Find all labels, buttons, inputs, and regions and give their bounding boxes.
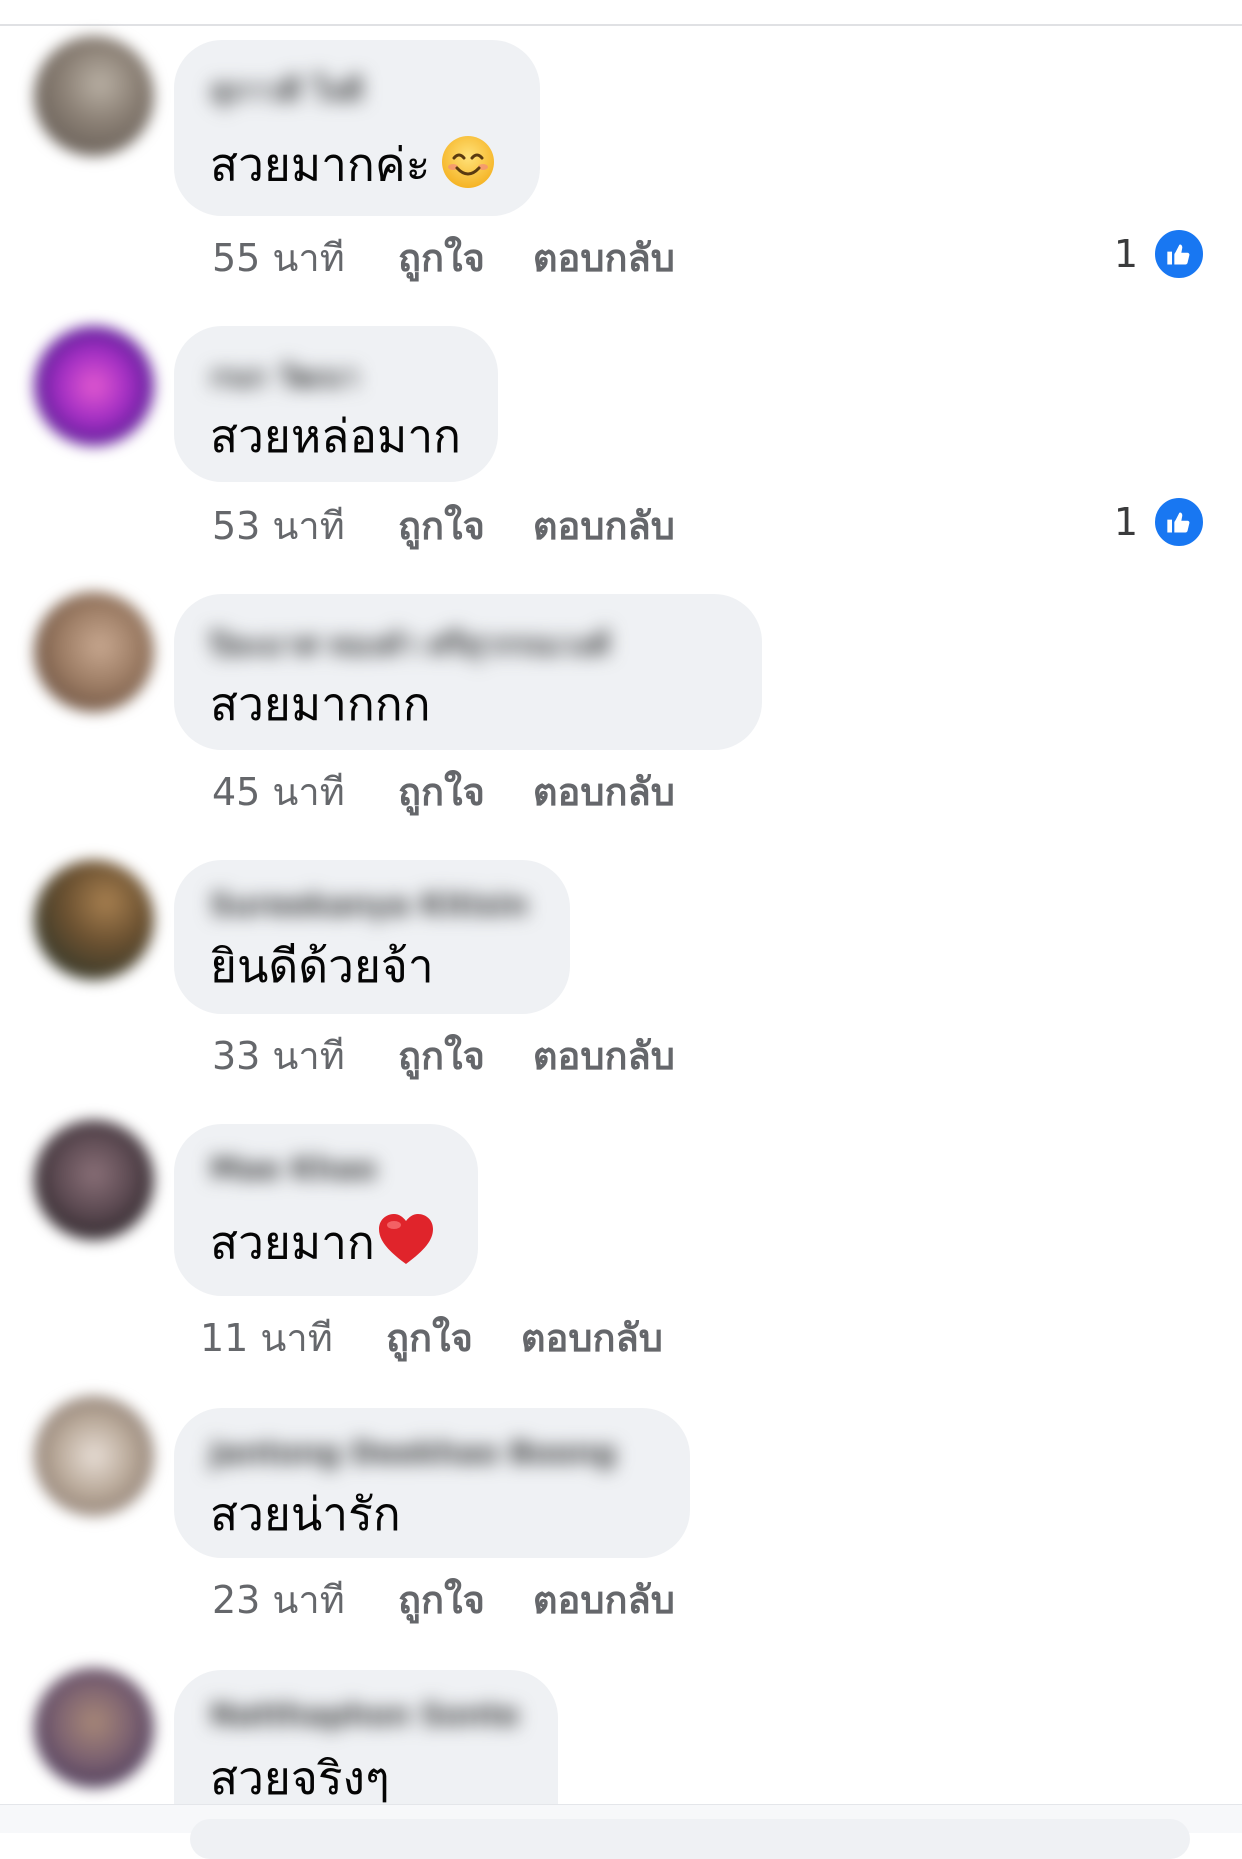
like-button[interactable]: ถูกใจ: [398, 504, 485, 548]
like-button[interactable]: ถูกใจ: [398, 770, 485, 814]
comment-author[interactable]: กนก วัฒนา: [210, 354, 359, 395]
comment-text: สวยหล่อมาก: [210, 409, 462, 463]
comment-text: ยินดีด้วยจ้า: [210, 939, 434, 993]
comment-time[interactable]: 45 นาที: [212, 770, 352, 814]
comment-author[interactable]: Natthaphon Sonte: [210, 1698, 519, 1733]
comment-meta: 55 นาที ถูกใจ ตอบกลับ: [212, 236, 675, 280]
comment-time[interactable]: 55 นาที: [212, 236, 352, 280]
comment-author[interactable]: สุภาวดี ใจดี: [210, 68, 363, 109]
comment-bubble[interactable]: Sureekanya Kitisin ยินดีด้วยจ้า: [174, 860, 570, 1014]
comment-time[interactable]: 33 นาที: [212, 1034, 352, 1078]
comment-author[interactable]: Mae Khao: [210, 1152, 376, 1187]
comment-meta: 45 นาที ถูกใจ ตอบกลับ: [212, 770, 675, 814]
reply-button[interactable]: ตอบกลับ: [521, 1316, 663, 1360]
comment-author[interactable]: Sureekanya Kitisin: [210, 888, 528, 923]
comment-text-label: สวยมากค่ะ: [210, 137, 431, 192]
reaction-count: 1: [1113, 232, 1138, 276]
avatar[interactable]: [34, 1396, 154, 1516]
reply-button[interactable]: ตอบกลับ: [533, 236, 675, 280]
reaction-summary[interactable]: 1: [1113, 495, 1206, 549]
avatar[interactable]: [34, 1668, 154, 1788]
reaction-summary[interactable]: 1: [1113, 227, 1206, 281]
smiling-face-icon: [440, 134, 496, 202]
reply-button[interactable]: ตอบกลับ: [533, 770, 675, 814]
reaction-count: 1: [1113, 500, 1138, 544]
comment-bubble[interactable]: ปิยะมาศ ทองคำ ศรีสุวรรณวงศ์ สวยมากกก: [174, 594, 762, 750]
comment-meta: 11 นาที ถูกใจ ตอบกลับ: [200, 1316, 663, 1360]
reply-button[interactable]: ตอบกลับ: [533, 504, 675, 548]
avatar[interactable]: [34, 1120, 154, 1240]
reply-button[interactable]: ตอบกลับ: [533, 1034, 675, 1078]
comment-text: สวยน่ารัก: [210, 1487, 401, 1541]
comment-text: สวยมากค่ะ: [210, 134, 496, 202]
comment-meta: 33 นาที ถูกใจ ตอบกลับ: [212, 1034, 675, 1078]
comment-author[interactable]: Jantong Deekhao Boong: [210, 1436, 616, 1471]
comment-bubble[interactable]: Mae Khao สวยมาก: [174, 1124, 478, 1296]
top-divider: [0, 0, 1242, 26]
avatar[interactable]: [34, 592, 154, 712]
comment-composer-bar: [0, 1804, 1242, 1859]
avatar[interactable]: [34, 36, 154, 156]
like-button[interactable]: ถูกใจ: [398, 236, 485, 280]
comment-time[interactable]: 53 นาที: [212, 504, 352, 548]
like-button[interactable]: ถูกใจ: [386, 1316, 473, 1360]
like-button[interactable]: ถูกใจ: [398, 1034, 485, 1078]
comment-meta: 53 นาที ถูกใจ ตอบกลับ: [212, 504, 675, 548]
avatar[interactable]: [34, 860, 154, 980]
thumbs-up-icon: [1152, 495, 1206, 549]
comment-meta: 23 นาที ถูกใจ ตอบกลับ: [212, 1578, 675, 1622]
comment-bubble[interactable]: กนก วัฒนา สวยหล่อมาก: [174, 326, 498, 482]
comment-bubble[interactable]: Jantong Deekhao Boong สวยน่ารัก: [174, 1408, 690, 1558]
comment-input[interactable]: [190, 1819, 1190, 1859]
comment-text: สวยจริงๆ: [210, 1751, 390, 1805]
comment-bubble[interactable]: สุภาวดี ใจดี สวยมากค่ะ: [174, 40, 540, 216]
thumbs-up-icon: [1152, 227, 1206, 281]
avatar[interactable]: [34, 326, 154, 446]
comment-text: สวยมาก: [210, 1212, 435, 1280]
comment-text-label: สวยมาก: [210, 1215, 375, 1270]
comment-time[interactable]: 11 นาที: [200, 1316, 340, 1360]
like-button[interactable]: ถูกใจ: [398, 1578, 485, 1622]
comment-time[interactable]: 23 นาที: [212, 1578, 352, 1622]
comment-text: สวยมากกก: [210, 677, 431, 731]
reply-button[interactable]: ตอบกลับ: [533, 1578, 675, 1622]
comment-author[interactable]: ปิยะมาศ ทองคำ ศรีสุวรรณวงศ์: [210, 622, 610, 663]
red-heart-icon: [377, 1212, 435, 1280]
